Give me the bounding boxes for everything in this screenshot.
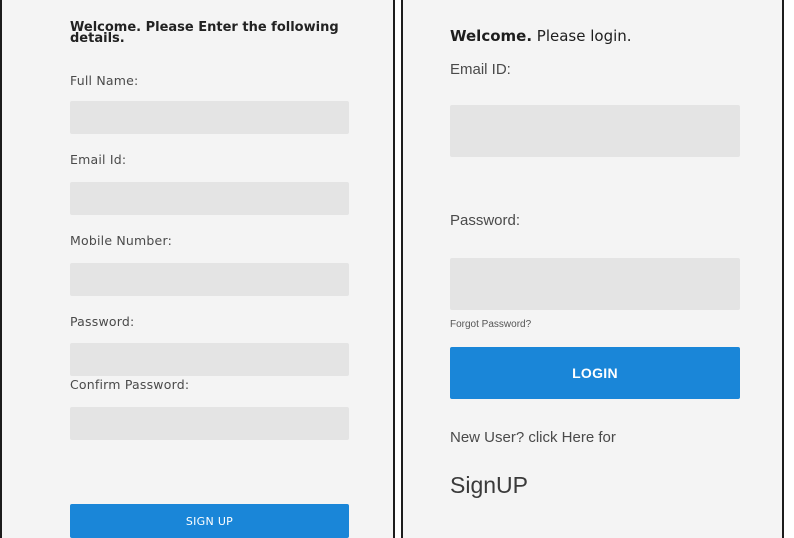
password-label: Password:	[450, 212, 521, 229]
new-user-text: New User? click Here for	[450, 429, 616, 446]
confirm-password-input[interactable]	[70, 407, 349, 440]
email-input[interactable]	[450, 105, 740, 157]
signup-panel: Welcome. Please Enter the following deta…	[0, 0, 395, 538]
login-heading-rest: Please login.	[532, 27, 632, 45]
forgot-password-link[interactable]: Forgot Password?	[450, 319, 531, 330]
mobile-number-label: Mobile Number:	[70, 233, 172, 248]
email-id-label: Email Id:	[70, 152, 127, 167]
login-heading-welcome: Welcome.	[450, 27, 533, 45]
signup-password-label: Password:	[70, 314, 135, 329]
password-input[interactable]	[450, 258, 740, 310]
full-name-input[interactable]	[70, 101, 349, 134]
login-panel: Welcome. Please login. Email ID: Passwor…	[401, 0, 784, 538]
email-id-input[interactable]	[70, 182, 349, 215]
confirm-password-label: Confirm Password:	[70, 377, 190, 392]
full-name-label: Full Name:	[70, 73, 139, 88]
login-heading: Welcome. Please login.	[450, 27, 632, 45]
login-button[interactable]: LOGIN	[450, 347, 740, 399]
sign-up-button[interactable]: SIGN UP	[70, 504, 349, 538]
signup-password-input[interactable]	[70, 343, 349, 376]
email-label: Email ID:	[450, 61, 511, 78]
signup-link[interactable]: SignUP	[450, 472, 528, 499]
signup-heading: Welcome. Please Enter the following deta…	[70, 20, 339, 46]
mobile-number-input[interactable]	[70, 263, 349, 296]
